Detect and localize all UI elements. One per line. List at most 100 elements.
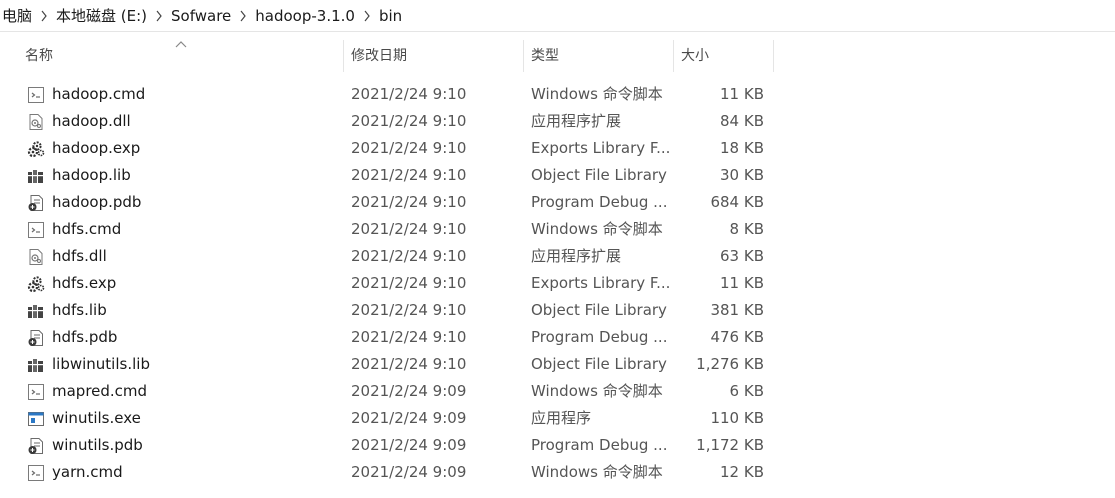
file-row[interactable]: hadoop.pdb 2021/2/24 9:10 Program Debug … — [0, 189, 1115, 216]
file-date: 2021/2/24 9:10 — [351, 139, 467, 157]
file-name: libwinutils.lib — [52, 355, 150, 373]
column-divider[interactable] — [773, 40, 774, 72]
file-row[interactable]: hdfs.pdb 2021/2/24 9:10 Program Debug ..… — [0, 324, 1115, 351]
file-date: 2021/2/24 9:09 — [351, 436, 467, 454]
file-date: 2021/2/24 9:10 — [351, 274, 467, 292]
file-list: hadoop.cmd 2021/2/24 9:10 Windows 命令脚本 1… — [0, 81, 1115, 486]
file-row[interactable]: hdfs.lib 2021/2/24 9:10 Object File Libr… — [0, 297, 1115, 324]
file-size: 1,276 KB — [696, 355, 764, 373]
column-header-date[interactable]: 修改日期 — [344, 40, 523, 72]
file-date: 2021/2/24 9:10 — [351, 85, 467, 103]
file-size: 1,172 KB — [696, 436, 764, 454]
file-date: 2021/2/24 9:10 — [351, 220, 467, 238]
file-type: 应用程序 — [531, 409, 592, 427]
file-row[interactable]: hdfs.cmd 2021/2/24 9:10 Windows 命令脚本 8 K… — [0, 216, 1115, 243]
file-explorer-window: 电脑 本地磁盘 (E:) Sofware hadoop-3.1.0 bin 名称… — [0, 0, 1115, 498]
file-type: Windows 命令脚本 — [531, 220, 663, 238]
file-date: 2021/2/24 9:10 — [351, 355, 467, 373]
column-header-row: 名称 修改日期 类型 大小 — [0, 40, 1115, 72]
file-size: 110 KB — [710, 409, 764, 427]
column-header-type[interactable]: 类型 — [524, 40, 673, 72]
file-date: 2021/2/24 9:10 — [351, 193, 467, 211]
file-type: Program Debug ... — [531, 193, 668, 211]
lib-file-icon — [27, 167, 45, 185]
file-size: 6 KB — [729, 382, 764, 400]
file-row[interactable]: libwinutils.lib 2021/2/24 9:10 Object Fi… — [0, 351, 1115, 378]
file-row[interactable]: winutils.pdb 2021/2/24 9:09 Program Debu… — [0, 432, 1115, 459]
pdb-file-icon — [27, 329, 45, 347]
breadcrumb: 电脑 本地磁盘 (E:) Sofware hadoop-3.1.0 bin — [0, 0, 1115, 32]
exp-file-icon — [27, 140, 45, 158]
file-size: 476 KB — [710, 328, 764, 346]
file-name: hdfs.lib — [52, 301, 107, 319]
file-size: 12 KB — [720, 463, 764, 481]
breadcrumb-item-drive[interactable]: 本地磁盘 (E:) — [56, 5, 147, 26]
file-date: 2021/2/24 9:10 — [351, 247, 467, 265]
file-type: Object File Library — [531, 166, 667, 184]
dll-file-icon — [27, 113, 45, 131]
file-row[interactable]: yarn.cmd 2021/2/24 9:09 Windows 命令脚本 12 … — [0, 459, 1115, 486]
pdb-file-icon — [27, 194, 45, 212]
file-date: 2021/2/24 9:10 — [351, 328, 467, 346]
file-type: Exports Library F... — [531, 139, 671, 157]
column-header-size[interactable]: 大小 — [674, 40, 773, 72]
file-row[interactable]: hdfs.dll 2021/2/24 9:10 应用程序扩展 63 KB — [0, 243, 1115, 270]
file-row[interactable]: hadoop.exp 2021/2/24 9:10 Exports Librar… — [0, 135, 1115, 162]
file-name: hdfs.dll — [52, 247, 107, 265]
file-date: 2021/2/24 9:09 — [351, 382, 467, 400]
breadcrumb-item-bin[interactable]: bin — [379, 7, 402, 25]
dll-file-icon — [27, 248, 45, 266]
breadcrumb-item-hadoop[interactable]: hadoop-3.1.0 — [255, 7, 355, 25]
file-name: hadoop.lib — [52, 166, 131, 184]
file-date: 2021/2/24 9:09 — [351, 409, 467, 427]
file-name: hdfs.exp — [52, 274, 117, 292]
file-row[interactable]: hadoop.cmd 2021/2/24 9:10 Windows 命令脚本 1… — [0, 81, 1115, 108]
lib-file-icon — [27, 356, 45, 374]
breadcrumb-item-pc[interactable]: 电脑 — [2, 5, 32, 26]
file-type: Windows 命令脚本 — [531, 382, 663, 400]
file-type: Program Debug ... — [531, 328, 668, 346]
exe-file-icon — [27, 410, 45, 428]
file-name: hadoop.exp — [52, 139, 141, 157]
file-type: Object File Library — [531, 355, 667, 373]
exp-file-icon — [27, 275, 45, 293]
chevron-right-icon[interactable] — [355, 8, 379, 24]
file-size: 63 KB — [720, 247, 764, 265]
file-date: 2021/2/24 9:10 — [351, 166, 467, 184]
chevron-right-icon[interactable] — [147, 8, 171, 24]
file-size: 84 KB — [720, 112, 764, 130]
file-type: Object File Library — [531, 301, 667, 319]
file-size: 8 KB — [729, 220, 764, 238]
file-row[interactable]: winutils.exe 2021/2/24 9:09 应用程序 110 KB — [0, 405, 1115, 432]
lib-file-icon — [27, 302, 45, 320]
file-size: 30 KB — [720, 166, 764, 184]
file-date: 2021/2/24 9:10 — [351, 301, 467, 319]
cmd-file-icon — [27, 383, 45, 401]
file-type: 应用程序扩展 — [531, 247, 622, 265]
file-type: 应用程序扩展 — [531, 112, 622, 130]
column-header-name[interactable]: 名称 — [18, 40, 343, 72]
file-size: 11 KB — [720, 85, 764, 103]
cmd-file-icon — [27, 86, 45, 104]
file-row[interactable]: hadoop.dll 2021/2/24 9:10 应用程序扩展 84 KB — [0, 108, 1115, 135]
cmd-file-icon — [27, 464, 45, 482]
file-date: 2021/2/24 9:09 — [351, 463, 467, 481]
file-name: winutils.exe — [52, 409, 141, 427]
file-type: Windows 命令脚本 — [531, 85, 663, 103]
file-type: Program Debug ... — [531, 436, 668, 454]
file-type: Exports Library F... — [531, 274, 671, 292]
file-name: mapred.cmd — [52, 382, 148, 400]
file-type: Windows 命令脚本 — [531, 463, 663, 481]
file-row[interactable]: hadoop.lib 2021/2/24 9:10 Object File Li… — [0, 162, 1115, 189]
cmd-file-icon — [27, 221, 45, 239]
chevron-right-icon[interactable] — [231, 8, 255, 24]
file-row[interactable]: mapred.cmd 2021/2/24 9:09 Windows 命令脚本 6… — [0, 378, 1115, 405]
file-name: hadoop.dll — [52, 112, 131, 130]
file-size: 11 KB — [720, 274, 764, 292]
file-size: 18 KB — [720, 139, 764, 157]
breadcrumb-item-sofware[interactable]: Sofware — [171, 7, 231, 25]
file-name: hadoop.cmd — [52, 85, 146, 103]
file-size: 684 KB — [710, 193, 764, 211]
chevron-right-icon[interactable] — [32, 8, 56, 24]
file-row[interactable]: hdfs.exp 2021/2/24 9:10 Exports Library … — [0, 270, 1115, 297]
